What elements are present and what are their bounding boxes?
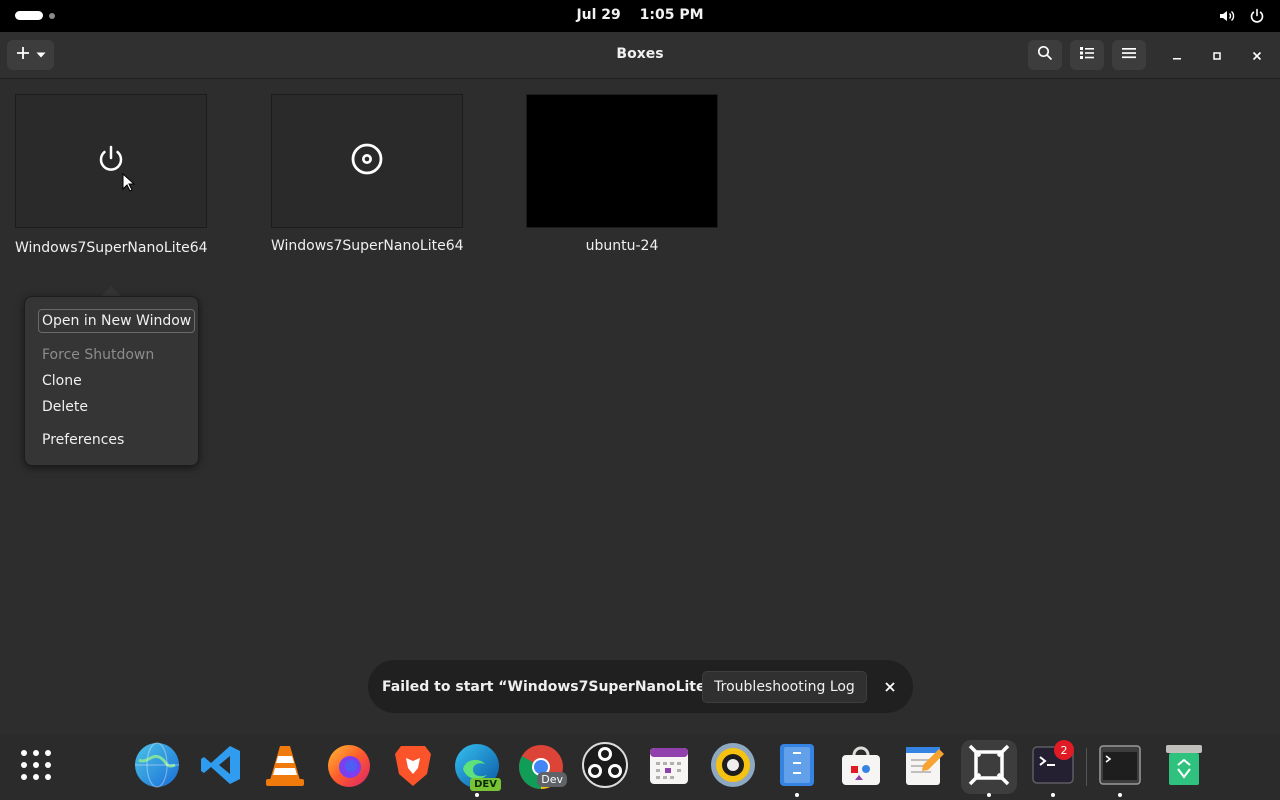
power-icon[interactable] bbox=[1248, 7, 1266, 25]
new-box-button[interactable] bbox=[7, 40, 54, 70]
app-grid-button[interactable] bbox=[11, 740, 61, 794]
volume-icon[interactable] bbox=[1218, 7, 1236, 25]
app-grid-icon bbox=[19, 748, 53, 786]
box-context-menu: Open in New Window Force Shutdown Clone … bbox=[24, 296, 199, 466]
delete-item[interactable]: Delete bbox=[42, 399, 88, 415]
workspace-indicator bbox=[49, 12, 55, 19]
search-button[interactable] bbox=[1028, 40, 1062, 70]
maximize-button[interactable] bbox=[1205, 44, 1229, 68]
running-indicator bbox=[1051, 793, 1055, 797]
console-icon bbox=[1098, 744, 1142, 790]
dock-app-trash[interactable] bbox=[1159, 740, 1209, 794]
running-indicator bbox=[795, 793, 799, 797]
running-indicator bbox=[475, 793, 479, 797]
trash-icon bbox=[1164, 743, 1204, 791]
minimize-icon bbox=[1171, 47, 1183, 66]
dock-separator bbox=[1086, 748, 1087, 786]
edge-dev-icon: DEV bbox=[453, 743, 501, 791]
workspace-active-indicator bbox=[15, 11, 43, 20]
boxes-icon bbox=[967, 743, 1011, 791]
dock-app-firefox[interactable] bbox=[324, 740, 374, 794]
dock-app-archive[interactable] bbox=[772, 740, 822, 797]
software-store-icon bbox=[839, 743, 883, 791]
dock-app-text-editor[interactable] bbox=[900, 740, 950, 794]
box-item[interactable]: Windows7SuperNanoLite64 bbox=[271, 94, 464, 254]
edge-dev-label: DEV bbox=[470, 778, 501, 791]
activities-indicator[interactable] bbox=[15, 11, 55, 20]
running-indicator bbox=[1118, 793, 1122, 797]
notification-badge: 2 bbox=[1054, 740, 1074, 760]
troubleshooting-log-button[interactable]: Troubleshooting Log bbox=[702, 671, 867, 703]
menu-icon bbox=[1121, 45, 1137, 65]
dock-app-vscode[interactable] bbox=[196, 740, 246, 794]
dock: DEV Dev 2 bbox=[0, 734, 1280, 800]
vlc-icon bbox=[263, 742, 307, 792]
disc-icon bbox=[350, 142, 384, 180]
close-icon bbox=[1251, 47, 1263, 66]
dock-app-boxes[interactable] bbox=[961, 740, 1017, 797]
force-shutdown-item: Force Shutdown bbox=[42, 347, 155, 363]
main-menu-button[interactable] bbox=[1112, 40, 1146, 70]
dock-app-browser[interactable] bbox=[132, 740, 182, 794]
calendar-icon bbox=[648, 744, 690, 790]
box-item[interactable]: ubuntu-24 bbox=[526, 94, 718, 254]
time-label: 1:05 PM bbox=[639, 7, 704, 23]
box-name: Windows7SuperNanoLite64 bbox=[271, 238, 464, 254]
dock-app-calendar[interactable] bbox=[644, 740, 694, 794]
globe-browser-icon bbox=[134, 742, 180, 792]
box-name: Windows7SuperNanoLite64 bbox=[15, 240, 208, 256]
chrome-dev-icon: Dev bbox=[517, 743, 567, 791]
error-toast: Failed to start “Windows7SuperNanoLite64… bbox=[368, 660, 913, 713]
firefox-icon bbox=[326, 742, 372, 792]
box-thumbnail[interactable] bbox=[526, 94, 718, 228]
top-bar: Jul 29 1:05 PM bbox=[0, 0, 1280, 32]
dock-app-software[interactable] bbox=[836, 740, 886, 794]
clock[interactable]: Jul 29 1:05 PM bbox=[0, 7, 1280, 23]
dock-app-vlc[interactable] bbox=[260, 740, 310, 794]
list-view-icon bbox=[1079, 45, 1095, 65]
box-item[interactable]: Windows7SuperNanoLite64 bbox=[15, 94, 208, 256]
date-label: Jul 29 bbox=[576, 7, 621, 23]
plus-icon bbox=[15, 45, 31, 65]
dock-app-brave[interactable] bbox=[388, 740, 438, 794]
chrome-dev-label: Dev bbox=[537, 772, 567, 787]
minimize-button[interactable] bbox=[1165, 44, 1189, 68]
close-icon bbox=[884, 678, 896, 697]
open-in-new-window-item[interactable]: Open in New Window bbox=[37, 309, 196, 333]
dock-app-speaker[interactable] bbox=[708, 740, 758, 794]
mouse-pointer-icon bbox=[122, 172, 136, 197]
running-indicator bbox=[987, 793, 991, 797]
dropdown-arrow-icon bbox=[35, 46, 47, 65]
speaker-icon bbox=[710, 742, 756, 792]
clone-item[interactable]: Clone bbox=[42, 373, 82, 389]
dock-app-chrome-dev[interactable]: Dev bbox=[516, 740, 567, 794]
dock-app-terminal[interactable]: 2 bbox=[1028, 740, 1078, 797]
dock-app-console[interactable] bbox=[1095, 740, 1145, 797]
list-view-button[interactable] bbox=[1070, 40, 1104, 70]
dock-app-edge-dev[interactable]: DEV bbox=[452, 740, 502, 797]
header-bar: Boxes bbox=[0, 32, 1280, 79]
file-archive-icon bbox=[778, 742, 816, 792]
search-icon bbox=[1037, 45, 1053, 65]
preferences-item[interactable]: Preferences bbox=[42, 432, 124, 448]
close-button[interactable] bbox=[1245, 44, 1269, 68]
text-editor-icon bbox=[903, 743, 947, 791]
toast-message: Failed to start “Windows7SuperNanoLite64… bbox=[382, 678, 735, 695]
toast-close-button[interactable] bbox=[879, 676, 901, 698]
system-tray[interactable] bbox=[1218, 7, 1266, 25]
brave-icon bbox=[391, 742, 435, 792]
box-thumbnail[interactable] bbox=[15, 94, 207, 228]
obs-icon bbox=[582, 742, 628, 792]
box-name: ubuntu-24 bbox=[585, 238, 659, 254]
box-thumbnail[interactable] bbox=[271, 94, 463, 228]
maximize-icon bbox=[1211, 47, 1223, 66]
vscode-icon bbox=[199, 743, 243, 791]
dock-app-obs[interactable] bbox=[580, 740, 630, 794]
